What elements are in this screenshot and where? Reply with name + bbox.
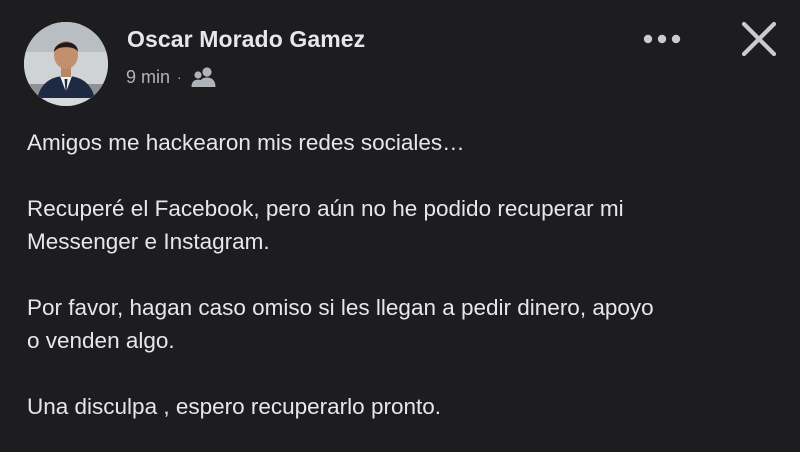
author-name[interactable]: Oscar Morado Gamez xyxy=(127,26,365,53)
friends-icon[interactable] xyxy=(191,66,217,88)
more-options-icon xyxy=(643,34,681,44)
close-icon xyxy=(741,21,777,57)
post-paragraph: Por favor, hagan caso omiso si les llega… xyxy=(27,291,787,357)
post-paragraph: Una disculpa , espero recuperarlo pronto… xyxy=(27,390,787,423)
close-button[interactable] xyxy=(736,16,782,62)
post-line: Amigos me hackearon mis redes sociales… xyxy=(27,130,465,155)
post-time[interactable]: 9 min xyxy=(126,67,170,88)
post-meta: 9 min · xyxy=(126,64,217,90)
post-body: Amigos me hackearon mis redes sociales… … xyxy=(27,126,787,423)
facebook-post: Oscar Morado Gamez 9 min · Amigos me hac… xyxy=(0,0,800,452)
profile-photo xyxy=(24,22,108,106)
post-line: Por favor, hagan caso omiso si les llega… xyxy=(27,295,654,320)
post-line: Messenger e Instagram. xyxy=(27,229,270,254)
post-line: Recuperé el Facebook, pero aún no he pod… xyxy=(27,196,624,221)
post-line: o venden algo. xyxy=(27,328,175,353)
post-paragraph: Recuperé el Facebook, pero aún no he pod… xyxy=(27,192,787,258)
meta-separator: · xyxy=(177,69,182,85)
post-line: Una disculpa , espero recuperarlo pronto… xyxy=(27,394,441,419)
more-options-button[interactable] xyxy=(636,24,688,54)
post-paragraph: Amigos me hackearon mis redes sociales… xyxy=(27,126,787,159)
avatar[interactable] xyxy=(24,22,108,106)
